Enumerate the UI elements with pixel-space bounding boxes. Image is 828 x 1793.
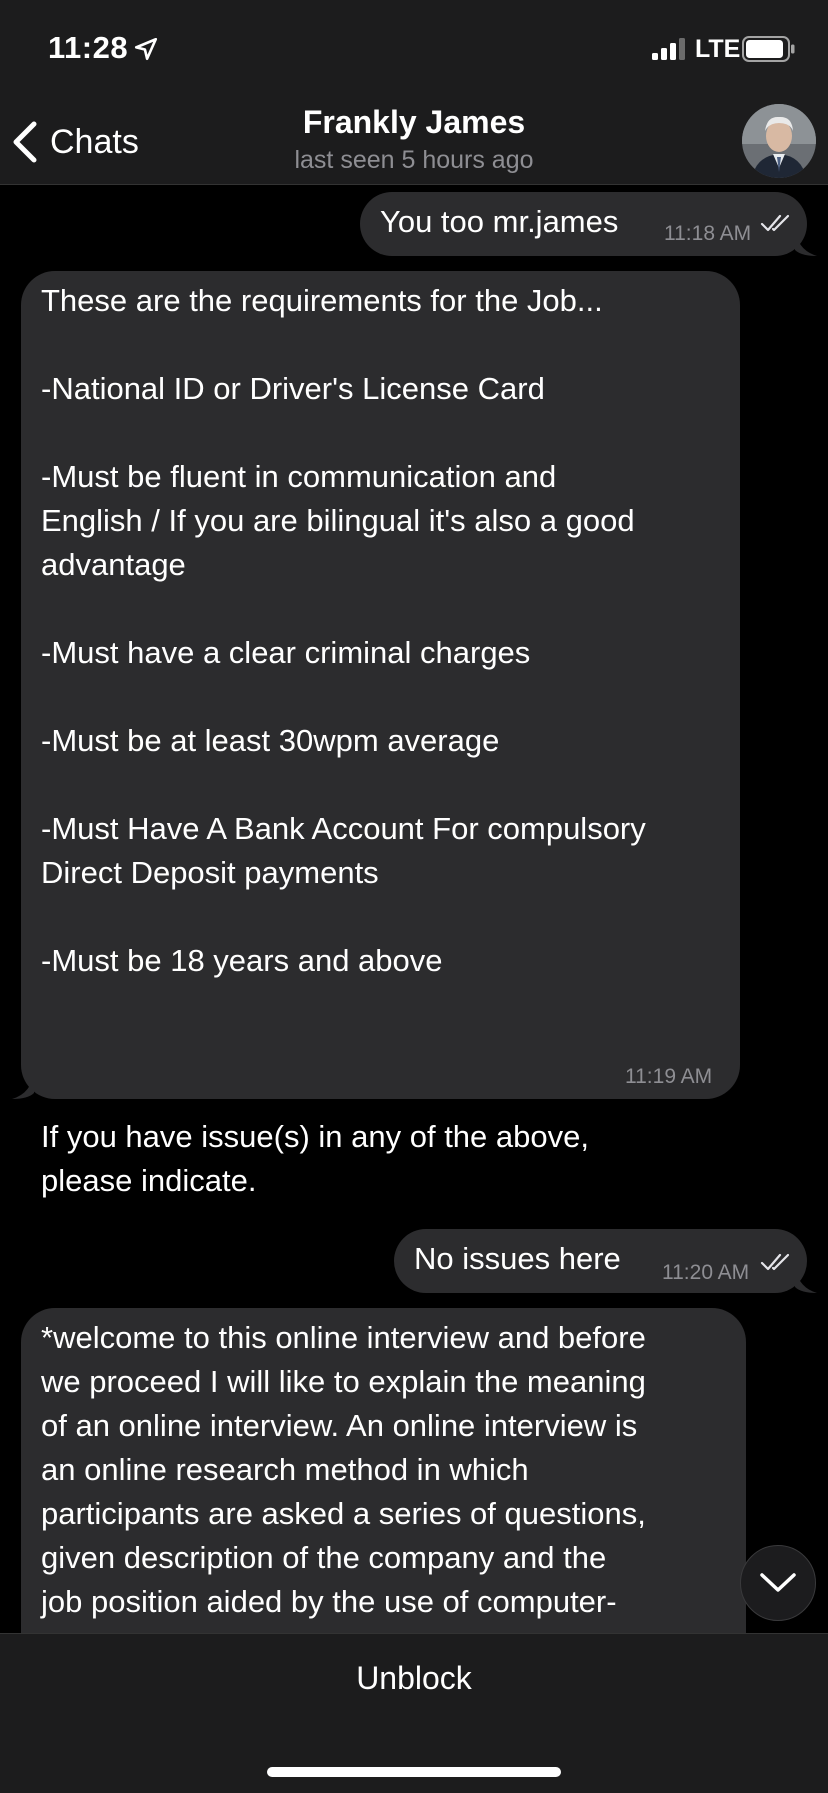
bubble-tail [795, 1265, 817, 1293]
avatar-image [742, 104, 816, 178]
scroll-to-bottom-button[interactable] [740, 1545, 816, 1621]
back-button[interactable]: Chats [10, 114, 160, 170]
network-label: LTE [695, 35, 741, 63]
bottom-bar: Unblock [0, 1633, 828, 1793]
chevron-down-icon [760, 1573, 796, 1592]
bubble-tail [12, 1071, 34, 1099]
battery-icon [742, 36, 795, 62]
double-check-icon [760, 214, 790, 232]
status-time: 11:28 [48, 30, 129, 65]
back-label: Chats [50, 122, 139, 161]
message-time: 11:20 AM [662, 1261, 750, 1284]
message-bubble-incoming[interactable]: *welcome to this online interview and be… [21, 1308, 746, 1633]
avatar[interactable] [742, 104, 816, 178]
message-text: These are the requirements for the Job..… [41, 283, 646, 1198]
signal-icon [652, 38, 685, 60]
unblock-button[interactable]: Unblock [264, 1648, 564, 1708]
message-time: 11:18 AM [664, 222, 752, 245]
chat-header: Chats Frankly James last seen 5 hours ag… [0, 100, 828, 185]
double-check-icon [760, 1253, 790, 1271]
status-bar: 11:28 LTE [0, 0, 828, 100]
message-bubble-outgoing[interactable]: No issues here 11:20 AM [394, 1229, 807, 1293]
back-chevron-icon [13, 121, 37, 163]
message-text: You too mr.james [380, 204, 619, 239]
home-indicator [267, 1767, 561, 1777]
message-bubble-outgoing[interactable]: You too mr.james 11:18 AM [360, 192, 807, 256]
message-text: No issues here [414, 1241, 621, 1276]
location-arrow-icon [134, 37, 158, 61]
message-bubble-incoming[interactable]: These are the requirements for the Job..… [21, 271, 740, 1198]
message-text: *welcome to this online interview and be… [41, 1320, 646, 1619]
message-list[interactable]: You too mr.james 11:18 AM These are the … [0, 185, 828, 1633]
message-time: 11:19 AM [625, 1065, 713, 1088]
bubble-tail [795, 228, 817, 256]
